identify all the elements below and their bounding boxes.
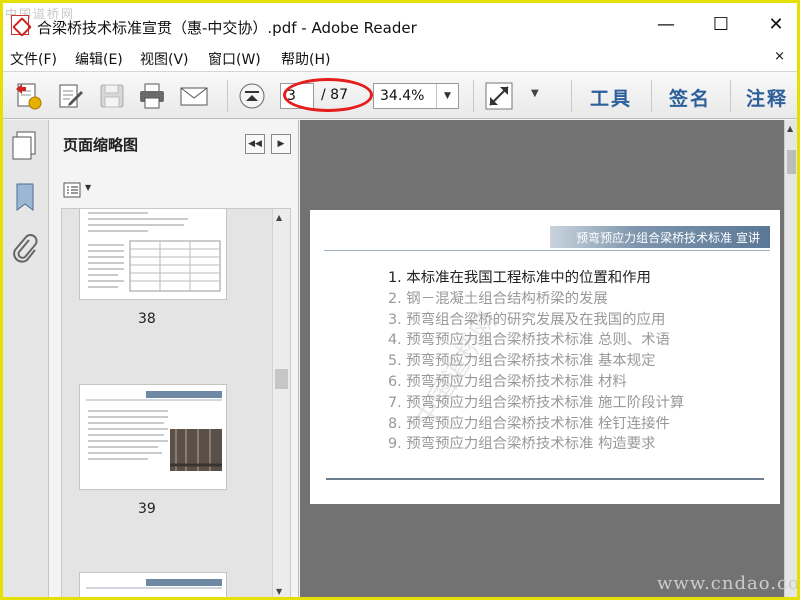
title-bar: 中国道桥网 合梁桥技术标准宣贯（惠-中交协）.pdf - Adobe Reade… [3,3,797,43]
tools-button[interactable]: 工具 [590,84,632,111]
page-thumbnails-icon[interactable] [11,130,39,162]
screenshot-frame: 中国道桥网 合梁桥技术标准宣贯（惠-中交协）.pdf - Adobe Reade… [0,0,800,600]
toc-item: 4. 预弯预应力组合梁桥技术标准 总则、术语 [388,332,670,349]
thumbnail-list[interactable]: 38 39 ▲ ▼ [61,208,291,597]
menu-edit[interactable]: 编辑(E) [75,49,123,69]
thumbnail-image [86,391,222,471]
menu-window[interactable]: 窗口(W) [208,49,261,69]
create-pdf-icon[interactable] [13,81,43,111]
toc-item: 9. 预弯预应力组合梁桥技术标准 构造要求 [388,436,656,453]
maximize-button[interactable]: ☐ [698,11,744,39]
email-icon[interactable] [179,81,209,111]
menu-file[interactable]: 文件(F) [10,49,57,69]
page-number-input[interactable]: 3 [280,83,314,109]
thumbnail-options-button[interactable]: ▼ [63,180,95,202]
zoom-select[interactable]: 34.4% ▼ [373,83,459,109]
scrollbar-thumb[interactable] [787,150,796,174]
page-thumbnails-panel: 页面缩略图 ◀◀ ▶ ▼ 38 39 ▲ ▼ [49,120,299,597]
page-total: / 87 [321,87,348,103]
thumbnail-page[interactable] [80,573,226,597]
save-icon[interactable] [97,81,127,111]
toolbar-separator [227,80,228,112]
bookmarks-icon[interactable] [13,182,37,214]
list-options-icon [63,182,81,198]
thumbnail-scrollbar[interactable]: ▲ ▼ [272,209,290,597]
close-button[interactable]: ✕ [753,11,797,39]
sign-button[interactable]: 签名 [669,84,711,111]
footer-divider [326,478,764,480]
toc-item: 3. 预弯组合梁桥的研究发展及在我国的应用 [388,311,666,328]
scroll-up-icon[interactable]: ▲ [787,124,793,133]
page-header-text: 预弯预应力组合梁桥技术标准 宣讲 [576,231,760,245]
comment-button[interactable]: 注释 [746,84,788,111]
thumbnail-page[interactable] [80,385,226,489]
toolbar-separator [651,80,652,112]
toc-item: 1. 本标准在我国工程标准中的位置和作用 [388,270,651,286]
toc-item: 2. 钢－混凝土组合结构桥梁的发展 [388,290,608,307]
scroll-up-icon[interactable]: ▲ [276,213,282,222]
scrollbar-thumb[interactable] [275,369,288,389]
zoom-value: 34.4% [380,88,425,104]
scroll-down-icon[interactable]: ▼ [276,587,282,596]
toolbar-separator [473,80,474,112]
adobe-pdf-icon [11,15,29,35]
toolbar-options-icon[interactable]: ▼ [531,88,539,99]
document-scrollbar[interactable]: ▲ [784,120,797,597]
thumbnail-page-number: 38 [138,311,156,327]
attachments-icon[interactable] [11,234,39,268]
menu-bar: 文件(F) 编辑(E) 视图(V) 窗口(W) 帮助(H) × [3,43,797,71]
page-header-banner: 预弯预应力组合梁桥技术标准 宣讲 [550,226,770,248]
toolbar: 3 / 87 34.4% ▼ ▼ 工具 签名 注释 [3,71,797,119]
print-icon[interactable] [137,81,167,111]
collapse-panel-button[interactable]: ◀◀ [245,134,265,154]
edit-document-icon[interactable] [55,81,85,111]
window-title: 合梁桥技术标准宣贯（惠-中交协）.pdf - Adobe Reader [37,19,417,37]
thumbnail-image [88,212,221,292]
thumbnail-page[interactable] [80,209,226,299]
navigation-pane-strip [3,120,49,597]
menu-help[interactable]: 帮助(H) [281,49,330,69]
chevron-down-icon[interactable]: ▼ [436,84,458,108]
document-close-icon[interactable]: × [774,49,785,64]
header-divider [324,250,770,251]
toolbar-separator [730,80,731,112]
full-screen-icon[interactable] [484,81,514,111]
thumbnail-page-number: 39 [138,501,156,517]
chevron-down-icon: ▼ [85,183,92,192]
panel-next-button[interactable]: ▶ [271,134,291,154]
watermark-bottom: www.cndao.com [657,573,800,594]
menu-view[interactable]: 视图(V) [140,49,189,69]
minimize-button[interactable]: — [643,11,689,39]
panel-title: 页面缩略图 [63,136,139,154]
pdf-page: 预弯预应力组合梁桥技术标准 宣讲 1. 本标准在我国工程标准中的位置和作用 2.… [310,210,780,504]
toolbar-separator [571,80,572,112]
thumbnail-image [86,579,222,589]
previous-page-icon[interactable] [237,81,267,111]
